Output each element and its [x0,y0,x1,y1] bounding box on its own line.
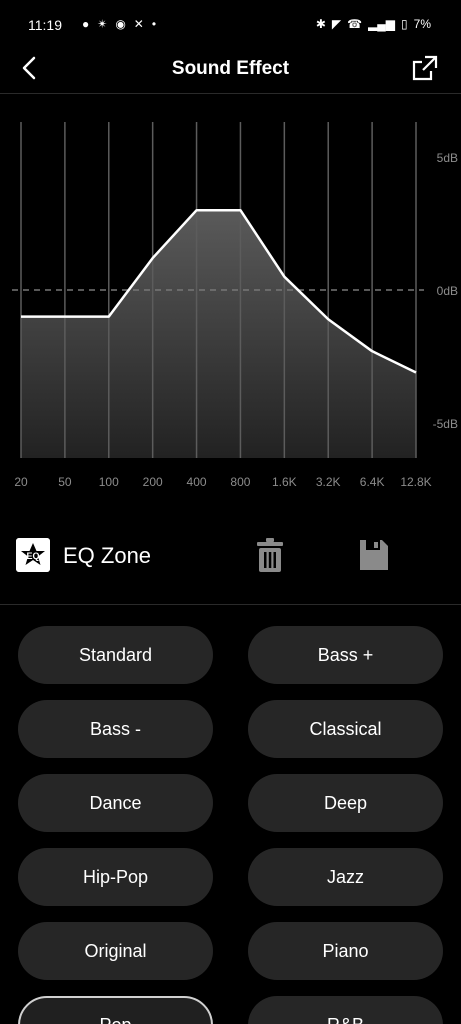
save-icon[interactable] [358,538,390,572]
chat-icon: ● [82,17,90,31]
eq-zone-row: EQ EQ Zone [0,520,461,592]
preset-button[interactable]: Pop [18,996,213,1024]
equalizer-graph[interactable]: 5dB 0dB -5dB 20 50 100 200 400 800 1.6K 3.2K 6.4K 12… [0,110,461,500]
preset-button[interactable]: Classical [248,700,443,758]
preset-button[interactable]: Dance [18,774,213,832]
freq-label-8: 6.4K [360,475,385,489]
network-icon: ✴ [97,17,108,31]
preset-button[interactable]: Bass + [248,626,443,684]
call-icon: ☎ [347,17,363,31]
trash-icon[interactable] [256,538,284,572]
share-icon[interactable] [411,54,439,82]
battery-percent: 7% [413,17,431,31]
preset-button[interactable]: Standard [18,626,213,684]
eq-zone-label: EQ Zone [63,543,152,568]
battery-icon: ▯ [401,17,408,31]
freq-label-5: 800 [230,475,250,489]
freq-label-1: 50 [58,475,72,489]
eq-zone-icon: EQ [16,538,50,572]
signal-icon: ▂▄▆ [368,17,396,31]
db-label-2: -5dB [433,417,458,431]
preset-button[interactable]: Piano [248,922,443,980]
preset-button[interactable]: R&B [248,996,443,1024]
freq-label-4: 400 [187,475,207,489]
bluetooth-icon: ✱ [315,17,326,31]
account-icon: ◉ [115,17,126,31]
dot-icon: • [151,17,157,31]
preset-button[interactable]: Bass - [18,700,213,758]
freq-label-6: 1.6K [272,475,297,489]
eq-area-fill [21,210,416,458]
db-label-0: 5dB [437,151,458,165]
freq-label-7: 3.2K [316,475,341,489]
freq-label-9: 12.8K [400,475,431,489]
preset-button[interactable]: Jazz [248,848,443,906]
svg-text:EQ: EQ [26,551,39,561]
page-title: Sound Effect [171,58,290,79]
freq-label-0: 20 [14,475,28,489]
freq-label-3: 200 [143,475,163,489]
x-icon: ✕ [133,17,144,31]
preset-button[interactable]: Deep [248,774,443,832]
status-time: 11:19 [28,17,62,33]
divider [0,604,461,605]
preset-button[interactable]: Hip-Pop [18,848,213,906]
notification-icons: ● ✴ ◉ ✕ • [82,15,156,33]
db-label-1: 0dB [437,284,458,298]
preset-button[interactable]: Original [18,922,213,980]
system-icons: ✱ ◤ ☎ ▂▄▆ ▯ 7% [316,15,431,33]
equalizer-chart[interactable]: 5dB 0dB -5dB 20 50 100 200 400 800 1.6K 3.2K 6.4K 12… [0,110,461,500]
wifi-icon: ◤ [331,17,342,31]
app-header: Sound Effect [0,44,461,94]
freq-label-2: 100 [99,475,119,489]
